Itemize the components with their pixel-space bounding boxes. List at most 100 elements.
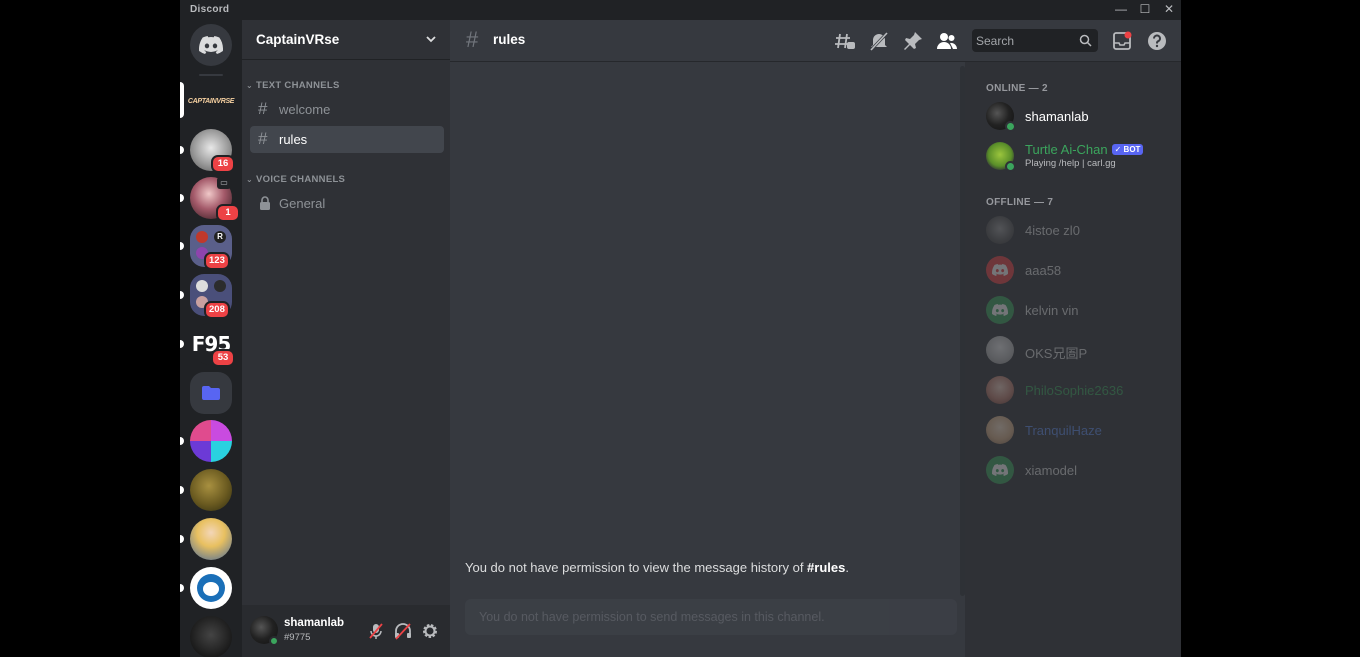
member-shamanlab[interactable]: shamanlab [986, 102, 1176, 132]
unread-indicator [180, 486, 184, 494]
chat-area: # rules Search You do not have permissio… [450, 20, 1181, 657]
search-input[interactable] [976, 29, 1076, 52]
notification-bell-muted-icon[interactable] [868, 30, 890, 52]
avatar [986, 376, 1014, 404]
member-aaa58[interactable]: aaa58 [986, 256, 1176, 286]
hash-icon: # [258, 129, 268, 148]
discord-logo-icon [992, 264, 1008, 276]
search-bar[interactable] [972, 29, 1098, 52]
unread-indicator [180, 584, 184, 592]
category-arrow-icon: ⌄ [246, 175, 254, 184]
member-kelvin-vin[interactable]: kelvin vin [986, 296, 1176, 326]
user-panel-tag: #9775 [284, 632, 311, 643]
avatar [986, 456, 1014, 484]
channel-title: rules [493, 32, 526, 47]
server-neon[interactable] [190, 420, 232, 462]
discord-window: Discord — ☐ ✕ CAPTAINVRSE 16 ▭ 1 R 123 2… [180, 0, 1181, 657]
member-group-header: ONLINE — 2 [986, 83, 1048, 94]
bot-badge: ✓ BOT [1111, 144, 1144, 155]
channel-label: rules [279, 132, 308, 147]
unread-indicator [180, 535, 184, 543]
status-online-indicator [1005, 161, 1016, 172]
inbox-icon[interactable] [1111, 30, 1133, 52]
member-name: OKS兄圄P [1025, 346, 1088, 361]
threads-icon[interactable] [834, 30, 856, 52]
close-button[interactable]: ✕ [1157, 0, 1181, 20]
category-voice-channels[interactable]: ⌄ VOICE CHANNELS [246, 174, 345, 185]
member-tranquilhaze[interactable]: TranquilHaze [986, 416, 1176, 446]
unread-indicator [180, 437, 184, 445]
folder-icon [202, 386, 220, 400]
unread-indicator [180, 291, 184, 299]
hash-icon: # [466, 27, 479, 52]
server-panda[interactable] [190, 567, 232, 609]
unread-indicator [180, 194, 184, 202]
chevron-down-icon [426, 36, 436, 43]
mention-badge: 53 [211, 349, 235, 367]
search-icon [1079, 34, 1092, 47]
member-name: xiamodel [1025, 463, 1078, 478]
mention-badge: 16 [211, 155, 235, 173]
server-folder-3[interactable] [190, 372, 232, 414]
member-name: kelvin vin [1025, 303, 1079, 318]
member-oks[interactable]: OKS兄圄P [986, 336, 1176, 366]
channel-label: General [279, 196, 326, 211]
channel-sidebar: CaptainVRse ⌄ TEXT CHANNELS # welcome # r… [242, 20, 450, 657]
member-list-icon[interactable] [936, 30, 958, 52]
member-4istoe-zl0[interactable]: 4istoe zl0 [986, 216, 1176, 246]
avatar [986, 336, 1014, 364]
composer-placeholder: You do not have permission to send messa… [479, 610, 825, 624]
mention-badge: 1 [216, 204, 240, 222]
lock-icon [260, 196, 270, 210]
maximize-button[interactable]: ☐ [1133, 0, 1157, 20]
home-button[interactable] [190, 24, 232, 66]
server-captainvrse[interactable]: CAPTAINVRSE [187, 80, 235, 122]
discord-logo-icon [992, 464, 1008, 476]
server-dark[interactable] [190, 616, 232, 657]
status-online-indicator [1005, 121, 1016, 132]
user-panel-username: shamanlab [284, 617, 345, 629]
server-rail: CAPTAINVRSE 16 ▭ 1 R 123 208 F95 53 [180, 20, 242, 657]
server-blonde[interactable] [190, 518, 232, 560]
member-name: aaa58 [1025, 263, 1062, 278]
member-turtle-ai-chan[interactable]: Turtle Ai-Chan ✓ BOT Playing /help | carl… [986, 142, 1176, 172]
hash-icon: # [258, 99, 268, 118]
avatar [986, 296, 1014, 324]
member-group-header: OFFLINE — 7 [986, 197, 1054, 208]
avatar [986, 416, 1014, 444]
member-name: PhiloSophie2636 [1025, 383, 1124, 398]
title-bar: Discord — ☐ ✕ [180, 0, 1181, 20]
member-name: TranquilHaze [1025, 423, 1102, 438]
category-arrow-icon: ⌄ [246, 81, 254, 90]
member-philosophie2636[interactable]: PhiloSophie2636 [986, 376, 1176, 406]
member-list: ONLINE — 2 shamanlab Turtle Ai-Chan ✓ BOT… [965, 62, 1181, 657]
avatar [986, 256, 1014, 284]
status-online-indicator [269, 636, 279, 646]
mention-badge: 208 [204, 301, 230, 319]
member-name: shamanlab [1025, 109, 1089, 124]
member-xiamodel[interactable]: xiamodel [986, 456, 1176, 486]
channel-general-voice[interactable]: General [250, 190, 444, 217]
channel-welcome[interactable]: # welcome [250, 96, 444, 123]
deafen-headphones-icon[interactable] [393, 621, 413, 641]
category-text-channels[interactable]: ⌄ TEXT CHANNELS [246, 80, 340, 91]
pin-icon[interactable] [902, 30, 924, 52]
unread-indicator [180, 242, 184, 250]
guild-name: CaptainVRse [256, 32, 340, 47]
discord-logo-icon [199, 36, 223, 54]
app-name: Discord [190, 4, 230, 15]
member-name: Turtle Ai-Chan ✓ BOT [1025, 142, 1144, 157]
unread-indicator [180, 340, 184, 348]
server-bird[interactable] [190, 469, 232, 511]
guild-header[interactable]: CaptainVRse [242, 20, 450, 60]
settings-gear-icon[interactable] [420, 621, 440, 641]
discord-logo-icon [992, 304, 1008, 316]
avatar [986, 216, 1014, 244]
captainvrse-logo: CAPTAINVRSE [187, 97, 235, 105]
channel-rules[interactable]: # rules [250, 126, 444, 153]
help-icon[interactable] [1146, 30, 1168, 52]
channel-label: welcome [279, 102, 331, 117]
mute-microphone-icon[interactable] [366, 621, 386, 641]
selected-indicator [180, 82, 184, 118]
minimize-button[interactable]: — [1109, 0, 1133, 20]
